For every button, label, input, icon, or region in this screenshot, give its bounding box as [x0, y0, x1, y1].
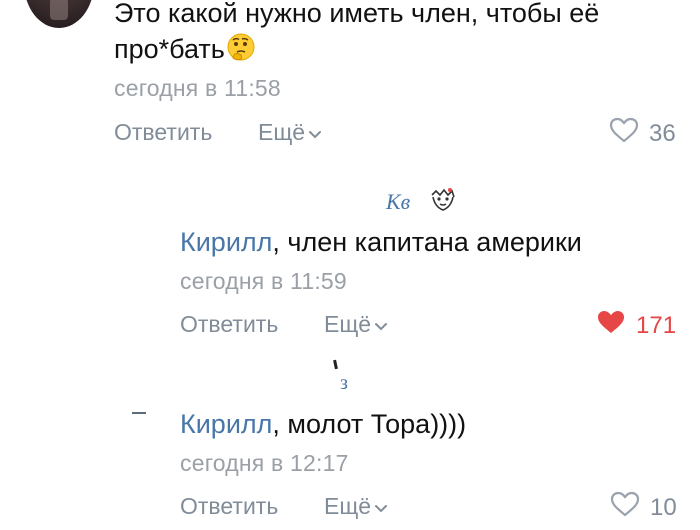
scribble-stroke [333, 359, 338, 370]
comment-text: Это какой нужно иметь член, чтобы её про… [114, 0, 599, 71]
scribble-avatar-kirill[interactable]: з [326, 359, 366, 396]
heart-outline-icon [609, 117, 639, 150]
reply-button[interactable]: Ответить [180, 311, 278, 338]
reply-timestamp: сегодня в 12:17 [180, 450, 349, 476]
avatar-scribble-text: з [340, 372, 348, 394]
reply-text: Кирилл, молот Тора)))) [180, 406, 466, 442]
reply-text: Кирилл, член капитана америки [180, 224, 582, 260]
reply-body: , молот Тора)))) [272, 409, 467, 439]
scribble-drawing-icon [428, 185, 458, 220]
comment-timestamp: сегодня в 11:58 [114, 75, 281, 101]
like-button[interactable]: 171 [596, 309, 676, 342]
reply-timestamp: сегодня в 11:59 [180, 268, 347, 294]
like-count: 10 [650, 493, 677, 521]
comment-text-line-1: Это какой нужно иметь член, чтобы её [114, 0, 600, 28]
more-button[interactable]: Ещё [324, 493, 388, 520]
author-link[interactable]: Кирилл [180, 409, 272, 439]
scribble-mark [132, 412, 146, 414]
like-count: 171 [636, 311, 677, 339]
reply-button[interactable]: Ответить [114, 119, 212, 146]
more-label: Ещё [324, 493, 372, 519]
heart-outline-icon [610, 491, 640, 524]
commenter-avatar[interactable] [24, 0, 94, 28]
author-link[interactable]: Кирилл [180, 227, 272, 257]
like-button[interactable]: 36 [609, 117, 676, 150]
more-button[interactable]: Ещё [324, 311, 388, 338]
more-button[interactable]: Ещё [258, 119, 322, 146]
thinking-face-icon [226, 32, 256, 71]
comment-text-line-2-text: про*бать [114, 34, 225, 64]
heart-filled-icon [596, 309, 626, 342]
chevron-down-icon [308, 119, 322, 146]
comment-text-line-2: про*бать [114, 31, 599, 71]
scribble-avatar-kirill[interactable]: Кв [382, 183, 472, 219]
chevron-down-icon [374, 311, 388, 338]
chevron-down-icon [374, 493, 388, 520]
like-button[interactable]: 10 [610, 491, 677, 524]
reply-body: , член капитана америки [272, 227, 582, 257]
reply-button[interactable]: Ответить [180, 493, 278, 520]
more-label: Ещё [324, 311, 372, 337]
like-count: 36 [649, 119, 676, 147]
avatar-scribble-text: Кв [386, 189, 411, 214]
more-label: Ещё [258, 119, 306, 145]
